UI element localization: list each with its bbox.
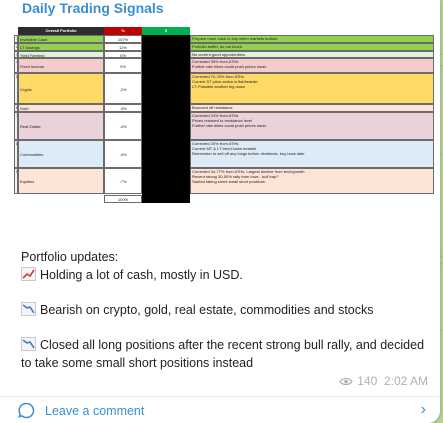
sheet-asset-cell: Equities bbox=[18, 168, 104, 194]
message-time: 2:02 AM bbox=[383, 374, 428, 388]
message-line-1: Holding a lot of cash, mostly in USD. bbox=[21, 266, 431, 284]
sheet-asset-cell: Investible Cash bbox=[18, 35, 104, 43]
sheet-notes-cell: Corrected 35% from ATHs Further rate hike… bbox=[190, 58, 434, 73]
sheet-percent-cell: -3% bbox=[104, 104, 142, 112]
eye-icon bbox=[339, 377, 353, 386]
sheet-asset-cell: Real Estate bbox=[18, 112, 104, 140]
sheet-percent-cell: 0% bbox=[104, 58, 142, 73]
sheet-notes-cell: Prepare more cash to buy when markets bo… bbox=[190, 35, 434, 43]
sheet-notes-cell: Bounced off resistance bbox=[190, 104, 434, 112]
sheet-asset-cell: Yield Farming bbox=[18, 51, 104, 58]
sheet-percent-cell: -2% bbox=[104, 73, 142, 104]
sheet-percent-cell: -7% bbox=[104, 168, 142, 194]
message-text: Portfolio updates: Holding a lot of cash… bbox=[21, 248, 431, 372]
message-meta: 140 2:02 AM bbox=[339, 374, 428, 388]
sheet-note-text: Further rate hikes could push prices low… bbox=[192, 64, 267, 69]
leave-comment-button[interactable]: Leave a comment bbox=[18, 402, 144, 419]
sheet-header-dollar: $ bbox=[142, 27, 190, 35]
sheet-percent-cell: -4% bbox=[104, 112, 142, 140]
message-line-2: Bearish on crypto, gold, real estate, co… bbox=[21, 301, 431, 319]
message-card: Daily Trading Signals Overall Portfolio%… bbox=[0, 0, 440, 423]
sheet-notes-cell: No current good opportunities. bbox=[190, 51, 434, 58]
sheet-percent-cell: 0% bbox=[104, 51, 142, 58]
sheet-asset-cell: Gold bbox=[18, 104, 104, 112]
channel-title[interactable]: Daily Trading Signals bbox=[22, 0, 164, 16]
sheet-percent-cell: 107% bbox=[104, 35, 142, 43]
view-count: 140 bbox=[357, 374, 378, 388]
sheet-note-text: Started taking some small short position… bbox=[192, 179, 265, 184]
message-line-2-text: Bearish on crypto, gold, real estate, co… bbox=[40, 303, 374, 317]
sheet-notes-cell: Corrected 25% from ATHs Current MT & LT t… bbox=[190, 140, 434, 168]
chart-increasing-icon bbox=[21, 267, 36, 281]
message-intro: Portfolio updates: bbox=[21, 250, 119, 264]
chart-decreasing-icon bbox=[21, 302, 36, 316]
sheet-asset-cell: Commodities bbox=[18, 140, 104, 168]
message-line-3: Closed all long positions after the rece… bbox=[21, 336, 431, 372]
sheet-asset-cell: LT Savings bbox=[18, 43, 104, 51]
sheet-notes-cell: Corrected 24% from ATHs Prices retraced t… bbox=[190, 112, 434, 140]
comment-divider bbox=[0, 396, 440, 397]
sheet-note-text: Prepare more cash to buy when markets bo… bbox=[192, 36, 279, 41]
sheet-notes-cell: Corrected 34-77% from ATHs. Largest decl… bbox=[190, 168, 434, 194]
chevron-right-icon[interactable]: › bbox=[421, 401, 426, 419]
portfolio-spreadsheet-image[interactable]: Overall Portfolio%$1Investible Cash107%P… bbox=[14, 27, 434, 237]
message-line-3-text: Closed all long positions after the rece… bbox=[21, 338, 425, 370]
comment-bubble-icon bbox=[18, 402, 35, 419]
redacted-dollar-column bbox=[142, 35, 190, 203]
sheet-total-percent: 100% bbox=[104, 195, 142, 203]
sheet-note-text: No current good opportunities. bbox=[192, 52, 246, 57]
sheet-note-text: Further rate hikes could push prices low… bbox=[192, 123, 267, 128]
leave-comment-label: Leave a comment bbox=[45, 403, 145, 418]
sheet-asset-cell: Fixed Income bbox=[18, 58, 104, 73]
sheet-percent-cell: -4% bbox=[104, 140, 142, 168]
sheet-notes-cell: Corrected 70-78% from ATHs Current ST pri… bbox=[190, 73, 434, 104]
message-line-1-text: Holding a lot of cash, mostly in USD. bbox=[40, 268, 243, 282]
sheet-note-text: Remember to sell off any longs before di… bbox=[192, 151, 305, 156]
sheet-note-text: LT: Possible another leg down bbox=[192, 84, 246, 89]
sheet-header-portfolio: Overall Portfolio bbox=[18, 27, 104, 35]
sheet-notes-cell: Portfolio buffer, do not touch. bbox=[190, 43, 434, 51]
chart-decreasing-icon bbox=[21, 337, 36, 351]
sheet-note-text: Bounced off resistance bbox=[192, 105, 233, 110]
sheet-header-percent: % bbox=[104, 27, 142, 35]
sheet-asset-cell: Crypto bbox=[18, 73, 104, 104]
sheet-percent-cell: 12% bbox=[104, 43, 142, 51]
sheet-note-text: Portfolio buffer, do not touch. bbox=[192, 44, 244, 49]
